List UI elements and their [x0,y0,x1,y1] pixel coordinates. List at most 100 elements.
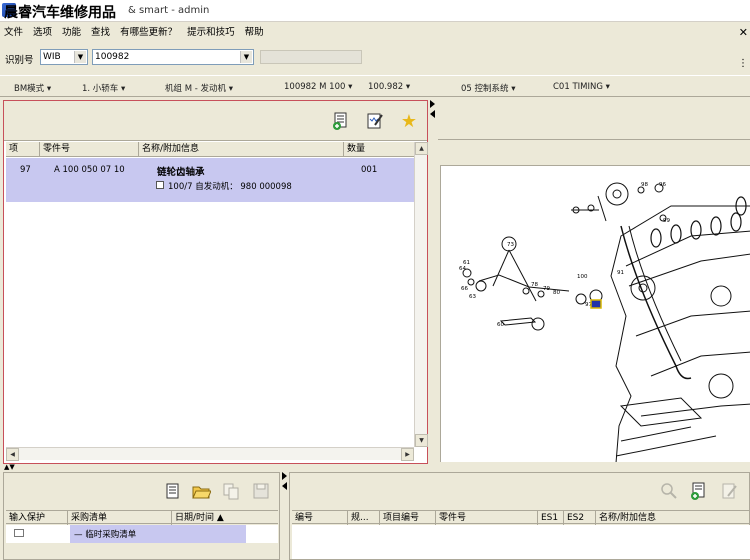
add-item-icon[interactable] [688,480,710,502]
id-extra-field[interactable] [260,50,362,64]
lock-icon [14,529,24,537]
class-model[interactable]: 100982 M 100 ▾ [284,82,352,92]
callout-61: 61 [463,260,470,266]
col-es1[interactable]: ES1 [538,511,564,526]
row-name: 链轮齿轴承 [157,167,205,178]
diagram-toolbar [438,100,750,140]
title-bar: 晨睿汽车维修用品 & smart - admin [0,0,750,22]
scroll-right-icon[interactable]: ▶ [401,448,414,461]
callout-79: 79 [543,286,550,292]
col-qty[interactable]: 数量 [344,142,414,157]
row-extra: 100/7 自发动机： 980 000098 [168,182,292,192]
sort-ascending-icon: ▲ [216,513,224,523]
col-part-no[interactable]: 零件号 [40,142,139,157]
callout-66: 66 [461,286,468,292]
purchase-table-header: 输入保护 采购清单 日期/时间 ▲ [6,510,278,526]
edit-note-icon[interactable] [364,110,386,132]
close-icon[interactable]: ✕ [739,26,748,39]
menu-functions[interactable]: 功能 [62,24,81,38]
collapse-down-icon[interactable]: ▼ [9,463,14,471]
items-table-header: 编号 规... 项目编号 零件号 ES1 ES2 名称/附加信息 [292,510,750,526]
classification-bar: BM模式 ▾ 1. 小轿车 ▾ 机组 M - 发动机 ▾ 100982 M 10… [0,75,750,97]
col-item[interactable]: 项 [6,142,40,157]
collapse-left-icon[interactable] [430,110,435,118]
parts-table-header: 项 零件号 名称/附加信息 数量 [6,142,414,157]
col-description[interactable]: 名称/附加信息 [596,511,749,526]
scroll-left-icon[interactable]: ◀ [6,448,19,461]
class-mode[interactable]: BM模式 ▾ [14,82,51,94]
callout-91: 91 [617,270,624,276]
purchase-list-row-selected[interactable]: — 临时采购清单 [70,525,246,543]
class-group[interactable]: 机组 M - 发动机 ▾ [165,82,233,94]
items-table-body [292,525,750,559]
col-datetime[interactable]: 日期/时间 ▲ [172,511,278,526]
callout-80: 80 [553,290,560,296]
engine-diagram-image: 73 64 66 63 78 79 80 100 91 96 98 97 99 … [459,182,750,462]
callout-78: 78 [531,282,538,288]
class-subgroup[interactable]: C01 TIMING ▾ [553,82,610,92]
menu-file[interactable]: 文件 [4,24,23,38]
col-es2[interactable]: ES2 [564,511,596,526]
search-icon[interactable] [658,480,680,502]
menu-search[interactable]: 查找 [91,24,110,38]
list-icon[interactable] [162,480,184,502]
chevron-down-icon[interactable]: ▼ [74,51,86,63]
row-qty: 001 [361,165,378,175]
callout-98: 98 [641,182,648,188]
vin-value: 100982 [95,52,130,62]
callout-99: 99 [663,218,670,224]
class-vehicle[interactable]: 1. 小轿车 ▾ [82,82,125,94]
class-engine[interactable]: 100.982 ▾ [368,82,410,92]
col-item-number[interactable]: 项目编号 [380,511,436,526]
highlighted-part-marker[interactable] [590,299,602,309]
checkbox-icon[interactable] [156,181,164,189]
copy-icon[interactable] [220,480,242,502]
table-row[interactable]: 97 A 100 050 07 10 链轮齿轴承 100/7 自发动机： 980… [6,158,414,202]
collapse-right-icon[interactable] [430,100,435,108]
vin-input[interactable]: 100982 ▼ [92,49,254,65]
star-icon[interactable]: ★ [398,110,420,132]
col-name[interactable]: 名称/附加信息 [139,142,344,157]
parts-toolbar: ★ [4,101,427,141]
horizontal-scrollbar[interactable]: ◀ ▶ [6,447,414,461]
more-icon[interactable]: ⋮ [738,58,748,69]
purchase-list-name: — 临时采购清单 [74,530,137,540]
col-part-number[interactable]: 零件号 [436,511,538,526]
callout-64: 64 [459,266,466,272]
callout-73: 73 [507,242,514,248]
edit-item-icon[interactable] [718,480,740,502]
exploded-diagram[interactable]: 73 64 66 63 78 79 80 100 91 96 98 97 99 … [440,165,750,462]
scroll-down-icon[interactable]: ▼ [415,434,428,447]
chevron-down-icon[interactable]: ▼ [240,51,252,63]
purchase-list-panel: 输入保护 采购清单 日期/时间 ▲ — 临时采购清单 [3,472,280,560]
id-type-select[interactable]: WIB ▼ [40,49,88,65]
horizontal-splitter[interactable]: ▲▼ [4,463,15,471]
id-label: 识别号 [5,55,34,66]
menu-options[interactable]: 选项 [33,24,52,38]
menu-updates[interactable]: 有哪些更新？ [120,24,177,38]
collapse-right-icon[interactable] [282,472,287,480]
id-type-value: WIB [43,52,61,62]
vertical-scrollbar[interactable]: ▲ ▼ [414,142,428,447]
callout-100: 100 [577,274,588,280]
identification-row: 识别号 WIB ▼ 100982 ▼ [0,46,750,68]
col-spec[interactable]: 规... [348,511,380,526]
add-to-list-icon[interactable] [330,110,352,132]
open-folder-icon[interactable] [190,480,212,502]
vertical-splitter[interactable] [430,100,437,464]
row-item: 97 [20,165,31,175]
callout-60: 60 [497,322,504,328]
menu-help[interactable]: 帮助 [245,24,264,38]
bottom-splitter[interactable] [282,472,289,560]
col-number[interactable]: 编号 [292,511,348,526]
callout-96: 96 [659,182,666,188]
col-input-protect[interactable]: 输入保护 [6,511,68,526]
row-part-no: A 100 050 07 10 [54,165,125,175]
collapse-left-icon[interactable] [282,482,287,490]
scroll-up-icon[interactable]: ▲ [415,142,428,155]
col-purchase-list[interactable]: 采购清单 [68,511,172,526]
menu-tips[interactable]: 提示和技巧 [187,24,235,38]
save-icon[interactable] [250,480,272,502]
class-system[interactable]: 05 控制系统 ▾ [461,82,516,94]
menu-bar: 文件 选项 功能 查找 有哪些更新？ 提示和技巧 帮助 [0,22,750,40]
